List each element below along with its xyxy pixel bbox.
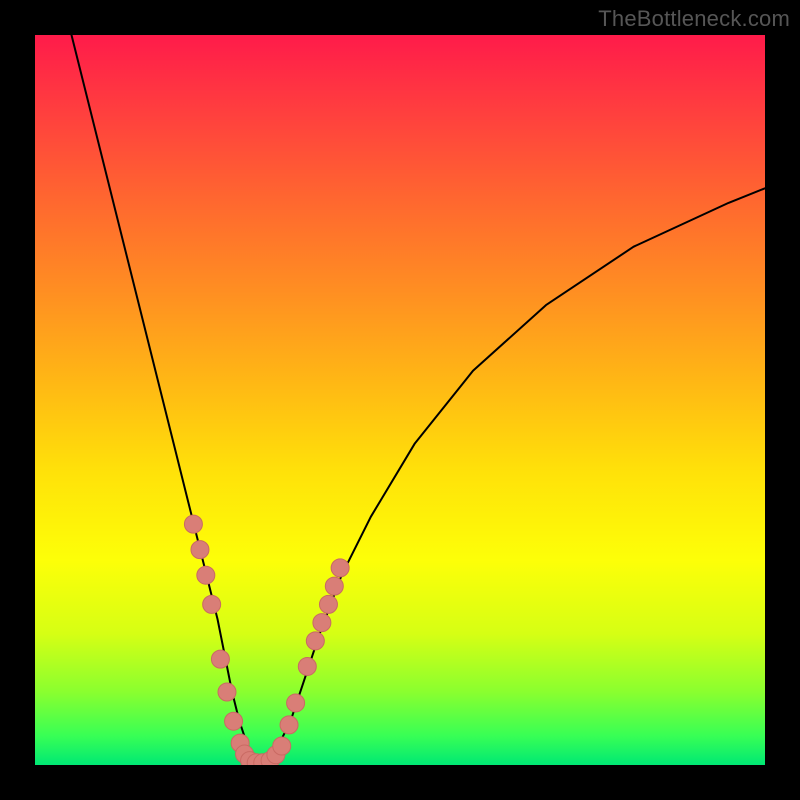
marker-left bbox=[218, 683, 236, 701]
marker-left bbox=[191, 541, 209, 559]
marker-right bbox=[287, 694, 305, 712]
chart-frame: TheBottleneck.com bbox=[0, 0, 800, 800]
marker-left bbox=[203, 595, 221, 613]
marker-left bbox=[197, 566, 215, 584]
bottleneck-curve bbox=[72, 35, 766, 763]
marker-left bbox=[211, 650, 229, 668]
marker-right bbox=[298, 657, 316, 675]
marker-right bbox=[280, 716, 298, 734]
marker-left bbox=[184, 515, 202, 533]
marker-right bbox=[319, 595, 337, 613]
marker-right bbox=[331, 559, 349, 577]
marker-bottom bbox=[273, 737, 291, 755]
plot-area bbox=[35, 35, 765, 765]
marker-right bbox=[313, 614, 331, 632]
marker-right bbox=[325, 577, 343, 595]
marker-right bbox=[306, 632, 324, 650]
marker-left bbox=[225, 712, 243, 730]
chart-svg bbox=[35, 35, 765, 765]
watermark-text: TheBottleneck.com bbox=[598, 6, 790, 32]
